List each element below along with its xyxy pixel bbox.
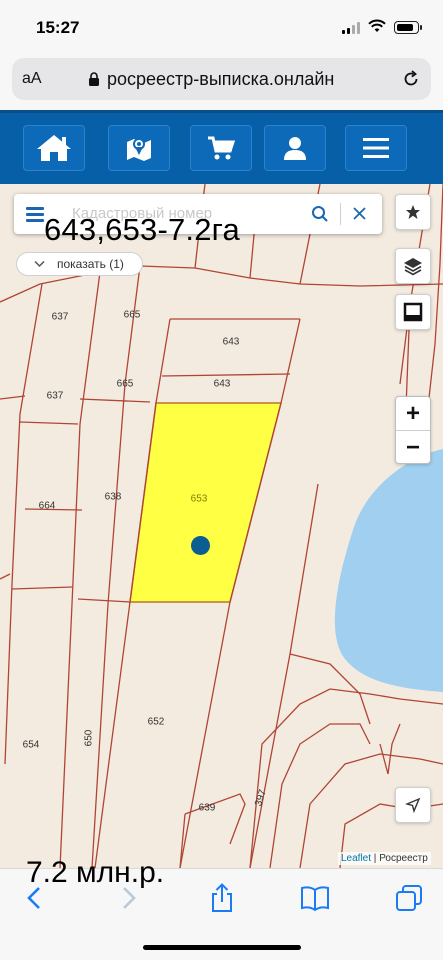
chevron-down-icon — [34, 260, 45, 268]
navigation-arrow-icon — [405, 797, 421, 813]
nav-map-button[interactable] — [108, 125, 170, 171]
parcel-label[interactable]: 652 — [148, 717, 165, 728]
hamburger-icon — [363, 138, 389, 158]
parcel-label[interactable]: 637 — [47, 391, 64, 402]
share-icon[interactable] — [207, 883, 237, 913]
parcel-label[interactable]: 650 — [84, 730, 95, 747]
parcel-layer — [0, 184, 443, 868]
cart-icon — [208, 136, 236, 160]
parcel-label[interactable]: 638 — [105, 492, 122, 503]
nav-menu-button[interactable] — [345, 125, 407, 171]
parcel-label-selected[interactable]: 653 — [191, 494, 208, 505]
frame-icon — [403, 302, 423, 322]
parcel-label[interactable]: 665 — [124, 310, 141, 321]
url-text[interactable]: росреестр-выписка.онлайн — [107, 69, 334, 90]
parcel-label[interactable]: 639 — [199, 803, 216, 814]
user-icon — [284, 137, 306, 160]
close-icon[interactable] — [352, 206, 367, 221]
tabs-icon[interactable] — [394, 883, 424, 913]
zoom-in-button[interactable]: + — [396, 397, 430, 430]
water-body — [334, 449, 443, 692]
map-attribution: Leaflet | Росреестр — [338, 852, 431, 865]
overlay-title: 643,653-7.2га — [44, 212, 240, 247]
star-icon — [406, 205, 420, 219]
cellular-signal-icon — [342, 22, 362, 34]
parcel-label[interactable]: 664 — [39, 501, 56, 512]
favorites-button[interactable] — [395, 194, 431, 230]
show-results-label: показать (1) — [57, 257, 124, 271]
reload-icon[interactable] — [401, 69, 421, 89]
address-bar[interactable]: aA росреестр-выписка.онлайн — [12, 58, 431, 100]
nav-cart-button[interactable] — [190, 125, 252, 171]
home-icon — [37, 135, 71, 161]
location-marker[interactable] — [191, 536, 210, 555]
nav-account-button[interactable] — [264, 125, 326, 171]
layers-icon — [404, 258, 422, 276]
parcel-label[interactable]: 643 — [223, 337, 240, 348]
battery-level — [396, 23, 413, 31]
attribution-source: Росреестр — [379, 853, 428, 864]
search-divider — [340, 203, 341, 225]
home-indicator[interactable] — [143, 945, 301, 950]
screen: 15:27 aA росреестр-выписка.онлайн 637 66… — [0, 0, 443, 960]
show-results-chip[interactable]: показать (1) — [16, 252, 143, 276]
zoom-control: + − — [395, 396, 431, 464]
parcel-label[interactable]: 654 — [23, 740, 40, 751]
bookmarks-icon[interactable] — [300, 883, 330, 913]
map-icon — [127, 138, 151, 161]
nav-home-button[interactable] — [23, 125, 85, 171]
layers-button[interactable] — [395, 248, 431, 284]
status-bar: 15:27 — [0, 0, 443, 52]
zoom-out-button[interactable]: − — [396, 431, 430, 464]
attribution-separator: | — [371, 853, 380, 864]
price-overlay: 7.2 млн.р. — [26, 856, 165, 889]
cadastral-map[interactable]: 637 665 643 637 665 643 664 638 653 650 … — [0, 184, 443, 868]
layers-menu-icon[interactable] — [26, 207, 46, 222]
browser-address-area: aA росреестр-выписка.онлайн — [0, 52, 443, 110]
battery-icon — [394, 21, 422, 34]
locate-button[interactable] — [395, 787, 431, 823]
text-size-button[interactable]: aA — [22, 70, 42, 88]
parcel-label[interactable]: 665 — [117, 379, 134, 390]
leaflet-link[interactable]: Leaflet — [341, 853, 371, 864]
parcel-label[interactable]: 637 — [52, 312, 69, 323]
search-icon[interactable] — [311, 205, 329, 223]
lock-icon — [89, 72, 99, 86]
fullscreen-button[interactable] — [395, 294, 431, 330]
wifi-icon — [368, 19, 386, 32]
site-nav-bar — [0, 110, 443, 184]
status-time: 15:27 — [36, 18, 80, 37]
parcel-label[interactable]: 643 — [214, 379, 231, 390]
